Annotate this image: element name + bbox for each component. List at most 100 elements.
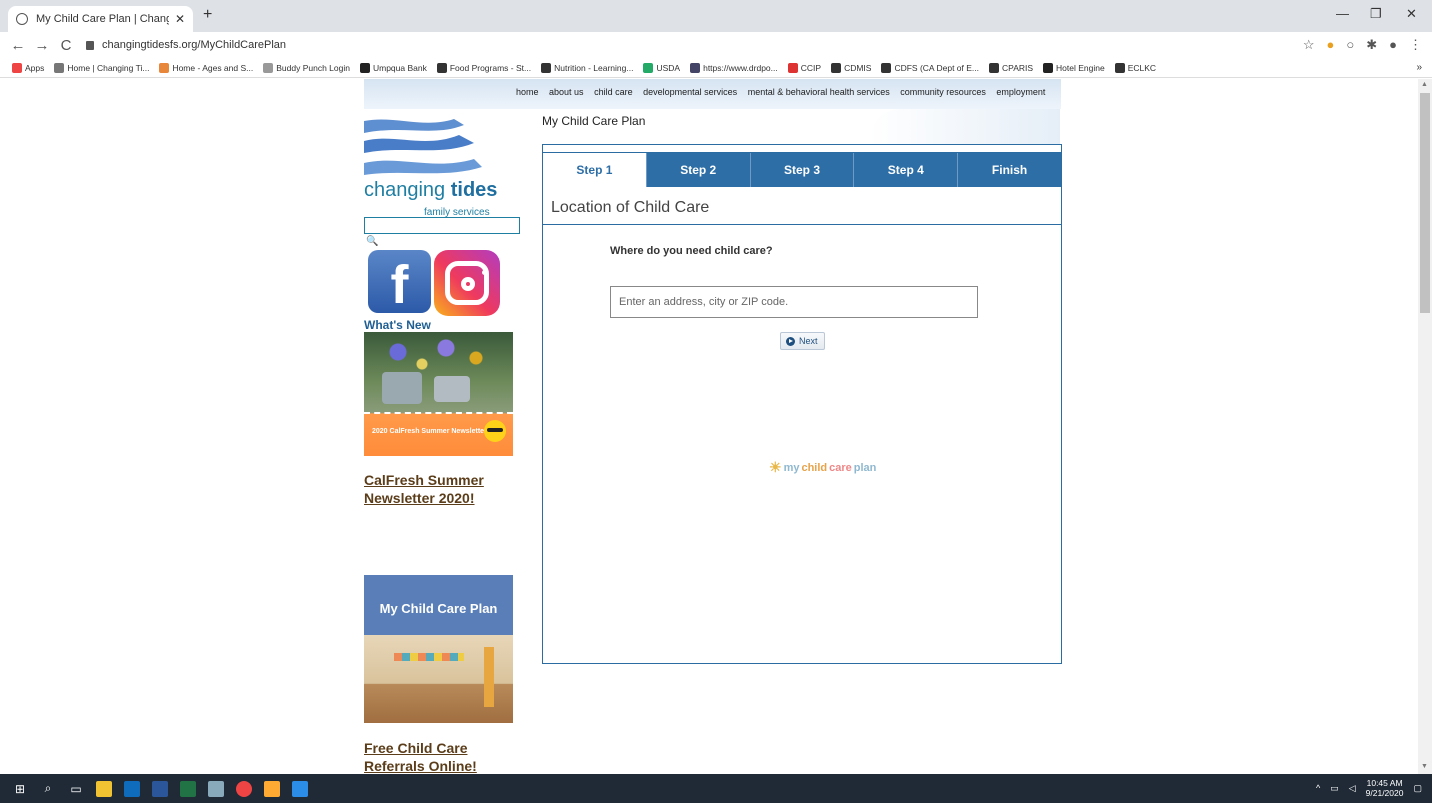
bookmark-label: ECLKC bbox=[1127, 62, 1157, 73]
app-blue-icon[interactable] bbox=[286, 774, 314, 803]
extensions-puzzle-icon[interactable]: ✱ bbox=[1366, 37, 1377, 53]
bookmark-star-icon[interactable]: ☆ bbox=[1303, 37, 1315, 53]
bookmark-label: Umpqua Bank bbox=[372, 62, 427, 73]
wizard-step-tab[interactable]: Step 4 bbox=[854, 153, 959, 187]
site-nav-item[interactable]: about us bbox=[549, 87, 584, 97]
bookmark-item[interactable]: Home - Ages and S... bbox=[159, 62, 254, 73]
site-search-input[interactable] bbox=[364, 217, 520, 234]
scrollbar-thumb[interactable] bbox=[1420, 93, 1430, 313]
new-tab-icon[interactable]: + bbox=[203, 6, 212, 24]
bookmark-label: Buddy Punch Login bbox=[276, 62, 350, 73]
search-taskbar-icon[interactable]: ⌕ bbox=[34, 774, 62, 803]
volume-icon[interactable]: ◁ bbox=[1349, 783, 1356, 794]
scroll-down-icon[interactable]: ▼ bbox=[1421, 763, 1428, 770]
scroll-up-icon[interactable]: ▲ bbox=[1421, 81, 1428, 88]
my-child-care-plan-banner[interactable]: My Child Care Plan bbox=[364, 575, 513, 723]
facebook-icon[interactable]: f bbox=[368, 250, 431, 315]
bookmark-label: CDFS (CA Dept of E... bbox=[894, 62, 980, 73]
excel-icon[interactable] bbox=[174, 774, 202, 803]
bookmark-item[interactable]: ECLKC bbox=[1114, 62, 1157, 73]
page-viewport: home about us child care developmental s… bbox=[0, 79, 1418, 774]
file-explorer-icon[interactable] bbox=[90, 774, 118, 803]
close-tab-icon[interactable]: ✕ bbox=[175, 12, 185, 26]
chrome-icon[interactable] bbox=[230, 774, 258, 803]
site-nav-item[interactable]: child care bbox=[594, 87, 633, 97]
network-icon[interactable]: ▭ bbox=[1330, 783, 1339, 794]
back-icon[interactable]: ← bbox=[6, 37, 30, 54]
bookmark-icon bbox=[541, 62, 552, 73]
profile-icon[interactable]: ● bbox=[1389, 37, 1397, 53]
restore-icon[interactable]: ❐ bbox=[1370, 6, 1382, 22]
site-nav-item[interactable]: community resources bbox=[900, 87, 986, 97]
bookmark-item[interactable]: Apps bbox=[12, 62, 45, 73]
bookmark-item[interactable]: Umpqua Bank bbox=[359, 62, 427, 73]
tray-expand-icon[interactable]: ^ bbox=[1316, 783, 1320, 793]
waves-logo-icon bbox=[364, 119, 482, 175]
outlook-icon[interactable] bbox=[118, 774, 146, 803]
notifications-icon[interactable]: ▢ bbox=[1413, 783, 1422, 794]
bookmark-label: Apps bbox=[25, 62, 45, 73]
bookmark-item[interactable]: USDA bbox=[643, 62, 681, 73]
wizard-step-tab[interactable]: Step 2 bbox=[646, 153, 751, 187]
wizard-step-tab[interactable]: Step 1 bbox=[543, 153, 647, 187]
address-bar[interactable]: changingtidesfs.org/MyChildCarePlan bbox=[86, 39, 286, 51]
reload-icon[interactable]: C bbox=[54, 37, 78, 54]
bookmark-icon bbox=[787, 62, 798, 73]
tab-strip: My Child Care Plan | Changing Ti ✕ + — ❐… bbox=[0, 0, 1432, 32]
bookmark-item[interactable]: Buddy Punch Login bbox=[263, 62, 350, 73]
app-bird-icon[interactable] bbox=[258, 774, 286, 803]
bookmark-item[interactable]: Home | Changing Ti... bbox=[54, 62, 149, 73]
free-referrals-link[interactable]: Free Child Care Referrals Online! bbox=[364, 739, 514, 774]
word-icon[interactable] bbox=[146, 774, 174, 803]
bookmark-icon bbox=[643, 62, 654, 73]
site-nav-item[interactable]: home bbox=[516, 87, 539, 97]
calfresh-newsletter-link[interactable]: CalFresh Summer Newsletter 2020! bbox=[364, 471, 514, 507]
page-scrollbar[interactable]: ▲ ▼ bbox=[1418, 79, 1432, 774]
extension-icon[interactable]: ● bbox=[1327, 37, 1335, 53]
page-title: My Child Care Plan bbox=[542, 114, 646, 128]
address-input[interactable] bbox=[610, 286, 978, 318]
sun-icon bbox=[484, 420, 506, 442]
extension-circle-icon[interactable]: ○ bbox=[1346, 37, 1354, 53]
bookmark-item[interactable]: CDMIS bbox=[831, 62, 871, 73]
instagram-icon[interactable] bbox=[434, 250, 500, 316]
bookmark-item[interactable]: Food Programs - St... bbox=[436, 62, 531, 73]
bookmark-icon bbox=[1114, 62, 1125, 73]
bookmark-item[interactable]: Nutrition - Learning... bbox=[541, 62, 633, 73]
bookmarks-more[interactable]: » bbox=[1416, 62, 1422, 73]
wizard-step-tab[interactable]: Finish bbox=[958, 153, 1061, 187]
next-button[interactable]: Next bbox=[780, 332, 825, 350]
bookmark-label: Home - Ages and S... bbox=[172, 62, 254, 73]
url-text: changingtidesfs.org/MyChildCarePlan bbox=[102, 39, 287, 51]
arrow-right-circle-icon bbox=[786, 336, 795, 346]
wizard-step-tab[interactable]: Step 3 bbox=[750, 153, 855, 187]
header-cloud-graphic bbox=[870, 109, 1060, 145]
whats-new-heading: What's New bbox=[364, 318, 431, 332]
clock[interactable]: 10:45 AM 9/21/2020 bbox=[1366, 778, 1404, 798]
bookmark-item[interactable]: Hotel Engine bbox=[1043, 62, 1105, 73]
site-nav-item[interactable]: employment bbox=[996, 87, 1045, 97]
close-window-icon[interactable]: ✕ bbox=[1406, 6, 1417, 22]
bookmark-item[interactable]: CDFS (CA Dept of E... bbox=[881, 62, 980, 73]
menu-icon[interactable]: ⋮ bbox=[1409, 37, 1422, 53]
windows-start-icon[interactable]: ⊞ bbox=[6, 774, 34, 803]
location-question: Where do you need child care? bbox=[610, 245, 773, 257]
app-icon[interactable] bbox=[202, 774, 230, 803]
bookmark-label: USDA bbox=[656, 62, 681, 73]
minimize-icon[interactable]: — bbox=[1336, 6, 1349, 21]
system-tray: ^ ▭ ◁ 10:45 AM 9/21/2020 ▢ bbox=[1316, 778, 1422, 798]
bookmark-item[interactable]: https://www.drdpo... bbox=[690, 62, 778, 73]
bookmark-item[interactable]: CCIP bbox=[787, 62, 821, 73]
site-nav-item[interactable]: mental & behavioral health services bbox=[748, 87, 890, 97]
next-button-label: Next bbox=[799, 336, 818, 346]
mychildcareplan-logo: ☀ my child care plan bbox=[769, 459, 877, 475]
task-view-icon[interactable]: ▭ bbox=[62, 774, 90, 803]
newsletter-image[interactable]: 2020 CalFresh Summer Newsletter bbox=[364, 332, 513, 456]
banner-title: My Child Care Plan bbox=[379, 601, 498, 616]
bookmark-icon bbox=[12, 62, 22, 73]
browser-tab[interactable]: My Child Care Plan | Changing Ti ✕ bbox=[8, 6, 193, 32]
bookmark-item[interactable]: CPARIS bbox=[989, 62, 1033, 73]
site-nav-item[interactable]: developmental services bbox=[643, 87, 737, 97]
search-icon[interactable]: 🔍 bbox=[366, 236, 378, 247]
forward-icon[interactable]: → bbox=[30, 37, 54, 54]
